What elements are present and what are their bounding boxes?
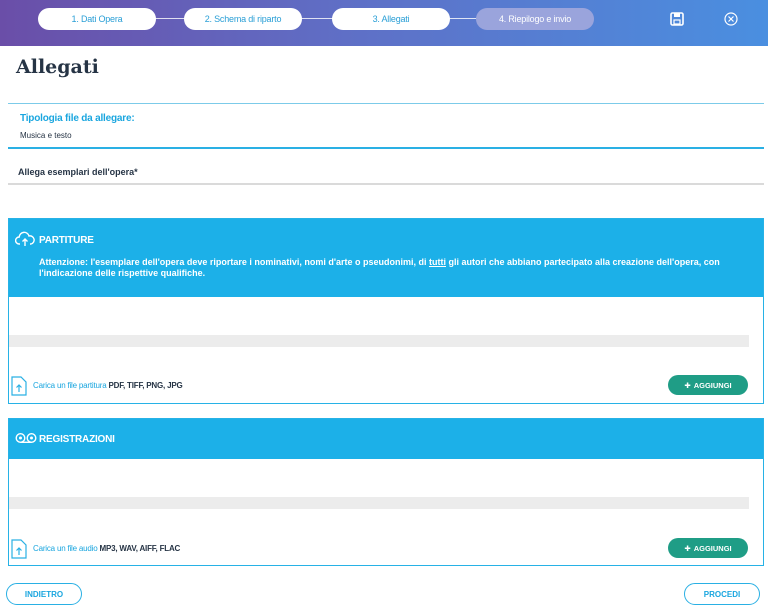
back-button[interactable]: INDIETRO bbox=[6, 583, 82, 605]
registrazioni-header: REGISTRAZIONI bbox=[9, 419, 763, 459]
page-title: Allegati bbox=[16, 56, 99, 78]
file-upload-icon[interactable] bbox=[11, 539, 27, 564]
file-upload-icon[interactable] bbox=[11, 376, 27, 401]
plus-icon: ✚ bbox=[684, 543, 691, 553]
partiture-title: PARTITURE bbox=[39, 235, 94, 246]
proceed-button[interactable]: PROCEDI bbox=[684, 583, 760, 605]
add-partitura-button[interactable]: ✚ AGGIUNGI bbox=[668, 375, 748, 395]
add-registrazione-button[interactable]: ✚ AGGIUNGI bbox=[668, 538, 748, 558]
registrazioni-section: REGISTRAZIONI Carica un file audio MP3, … bbox=[8, 418, 764, 566]
registrazioni-upload-row: Carica un file audio MP3, WAV, AIFF, FLA… bbox=[9, 537, 763, 561]
partiture-file-list bbox=[9, 335, 749, 347]
partiture-upload-row: Carica un file partitura PDF, TIFF, PNG,… bbox=[9, 374, 763, 398]
step-riepilogo-e-invio[interactable]: 4. Riepilogo e invio bbox=[476, 8, 594, 30]
close-circle-icon[interactable] bbox=[720, 8, 742, 30]
registrazioni-title: REGISTRAZIONI bbox=[39, 434, 115, 445]
partiture-section: PARTITURE Attenzione: l'esemplare dell'o… bbox=[8, 218, 764, 404]
partiture-upload-text[interactable]: Carica un file partitura PDF, TIFF, PNG,… bbox=[33, 381, 183, 390]
file-type-value: Musica e testo bbox=[20, 131, 72, 140]
partiture-warning: Attenzione: l'esemplare dell'opera deve … bbox=[39, 257, 720, 278]
file-type-label: Tipologia file da allegare: bbox=[20, 113, 135, 124]
plus-icon: ✚ bbox=[684, 380, 691, 390]
registrazioni-file-list bbox=[9, 497, 749, 509]
registrazioni-upload-text[interactable]: Carica un file audio MP3, WAV, AIFF, FLA… bbox=[33, 544, 180, 553]
wizard-header: 1. Dati Opera 2. Schema di riparto 3. Al… bbox=[0, 0, 768, 46]
save-icon[interactable] bbox=[666, 8, 688, 30]
partiture-header: PARTITURE Attenzione: l'esemplare dell'o… bbox=[9, 219, 763, 297]
step-dati-opera[interactable]: 1. Dati Opera bbox=[38, 8, 156, 30]
file-type-field[interactable]: Tipologia file da allegare: Musica e tes… bbox=[8, 103, 764, 149]
attach-heading: Allega esemplari dell'opera* bbox=[8, 160, 764, 185]
cloud-upload-icon bbox=[14, 231, 35, 252]
cassette-icon bbox=[15, 431, 37, 449]
wizard-stepper: 1. Dati Opera 2. Schema di riparto 3. Al… bbox=[38, 8, 598, 30]
step-allegati[interactable]: 3. Allegati bbox=[332, 8, 450, 30]
step-schema-di-riparto[interactable]: 2. Schema di riparto bbox=[184, 8, 302, 30]
